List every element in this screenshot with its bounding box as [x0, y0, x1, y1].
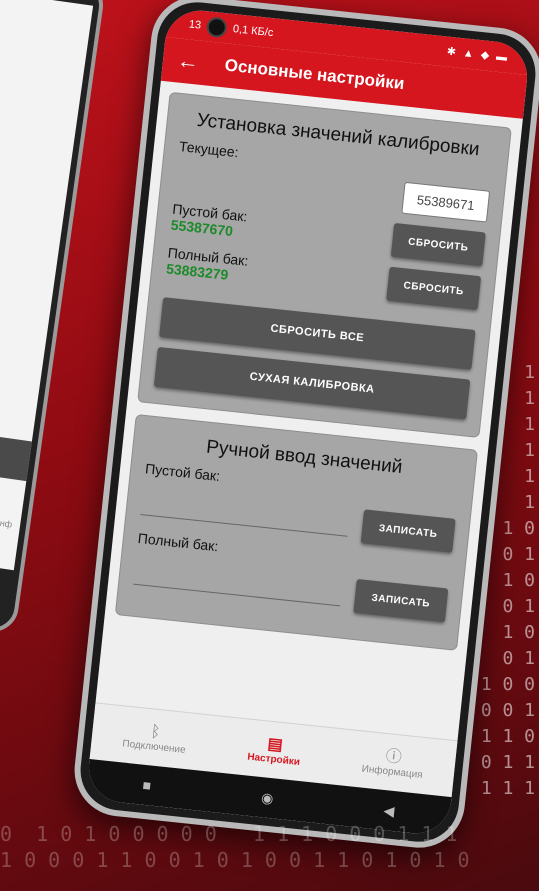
nav-item-settings[interactable]: ▤ Настройки: [247, 733, 303, 767]
status-icons: ✱ ▲ ◆ ▬: [446, 45, 510, 64]
nav-item-info[interactable]: ⓘ Информация: [361, 745, 425, 781]
settings-icon: ▤: [266, 735, 284, 754]
nav-item-label: Подключение: [121, 737, 187, 756]
main-content: Установка значений калибровки Текущее: 5…: [103, 81, 523, 674]
front-camera-icon: [206, 16, 228, 39]
manual-empty-input[interactable]: [140, 491, 350, 537]
info-icon: ⓘ: [384, 747, 403, 767]
current-value-field[interactable]: 55389671: [401, 181, 491, 223]
status-speed: 0,1 КБ/с: [232, 23, 274, 40]
back-arrow-icon[interactable]: ←: [176, 47, 200, 75]
phone-screen: 13 0,1 КБ/с ✱ ▲ ◆ ▬ ← Основные настройки…: [85, 7, 531, 837]
page-title: Основные настройки: [223, 55, 406, 94]
nav-item-label: Настройки: [246, 751, 301, 768]
manual-full-input[interactable]: [133, 561, 343, 606]
write-empty-button[interactable]: ЗАПИСАТЬ: [360, 509, 456, 553]
background-phone-bar: [0, 420, 32, 482]
reset-empty-button[interactable]: СБРОСИТЬ: [390, 222, 486, 267]
background-phone-info: Инф: [0, 516, 13, 530]
home-icon[interactable]: ◉: [260, 789, 274, 807]
back-icon[interactable]: ◀: [383, 802, 395, 820]
manual-input-card: Ручной ввод значений Пустой бак: ЗАПИСАТ…: [114, 413, 479, 651]
write-full-button[interactable]: ЗАПИСАТЬ: [353, 578, 449, 623]
background-phone-screen: Инф: [0, 0, 94, 571]
calibration-card: Установка значений калибровки Текущее: 5…: [137, 91, 512, 438]
phone-frame: 13 0,1 КБ/с ✱ ▲ ◆ ▬ ← Основные настройки…: [70, 0, 539, 853]
background-phone: Инф ◀: [0, 0, 107, 635]
status-time: 13: [188, 18, 202, 32]
nav-item-label: Информация: [361, 763, 424, 781]
binary-decoration-bottom: 0 1 0 1 0 0 0 0 0 1 1 1 0 0 0 1 1 1 1 0 …: [0, 822, 470, 872]
nav-item-connection[interactable]: ᛒ Подключение: [121, 720, 188, 756]
reset-full-button[interactable]: СБРОСИТЬ: [386, 266, 482, 311]
bluetooth-icon: ᛒ: [149, 722, 162, 741]
recents-icon[interactable]: ■: [142, 777, 152, 794]
